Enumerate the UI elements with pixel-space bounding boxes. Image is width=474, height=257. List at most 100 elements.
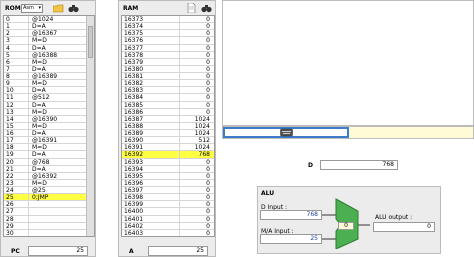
ram-row[interactable]: 16397 0 xyxy=(122,187,214,195)
rom-row[interactable]: 2 @16367 xyxy=(4,30,94,38)
ram-row-value[interactable]: 0 xyxy=(180,37,214,44)
ram-row-value[interactable]: 0 xyxy=(180,216,214,223)
rom-row[interactable]: 20 @768 xyxy=(4,158,94,166)
ram-row[interactable]: 16395 0 xyxy=(122,172,214,180)
ram-row[interactable]: 16394 0 xyxy=(122,165,214,173)
rom-row[interactable]: 17 @16391 xyxy=(4,137,94,145)
ram-row[interactable]: 16381 0 xyxy=(122,73,214,81)
ram-row[interactable]: 16383 0 xyxy=(122,87,214,95)
ram-row-value[interactable]: 0 xyxy=(180,94,214,101)
rom-row[interactable]: 7 D=A xyxy=(4,65,94,73)
ram-row-value[interactable]: 1024 xyxy=(180,116,214,123)
ram-row-value[interactable]: 1024 xyxy=(180,123,214,130)
ram-row[interactable]: 16379 0 xyxy=(122,58,214,66)
ram-row-value[interactable]: 0 xyxy=(180,87,214,94)
ram-row[interactable]: 16377 0 xyxy=(122,44,214,52)
a-field[interactable]: 25 xyxy=(148,246,208,256)
rom-row[interactable]: 15 M=D xyxy=(4,122,94,130)
ram-row-value[interactable]: 0 xyxy=(180,180,214,187)
rom-row[interactable]: 22 @16392 xyxy=(4,172,94,180)
ram-row-value[interactable]: 0 xyxy=(180,173,214,180)
rom-row[interactable]: 24 @25 xyxy=(4,187,94,195)
ram-row[interactable]: 16399 0 xyxy=(122,201,214,209)
ram-row[interactable]: 16401 0 xyxy=(122,215,214,223)
ram-row[interactable]: 16398 0 xyxy=(122,194,214,202)
ram-row[interactable]: 16391 1024 xyxy=(122,144,214,152)
ram-row-value[interactable]: 0 xyxy=(180,73,214,80)
rom-row[interactable]: 13 M=D xyxy=(4,108,94,116)
rom-row[interactable]: 10 D=A xyxy=(4,87,94,95)
ram-row-value[interactable]: 0 xyxy=(180,201,214,208)
rom-row[interactable]: 29 xyxy=(4,222,94,230)
ram-row[interactable]: 16387 1024 xyxy=(122,115,214,123)
rom-row[interactable]: 23 M=D xyxy=(4,179,94,187)
ram-row-value[interactable]: 512 xyxy=(180,137,214,144)
ram-row-value[interactable]: 0 xyxy=(180,52,214,59)
ram-row[interactable]: 16402 0 xyxy=(122,222,214,230)
rom-row[interactable]: 3 M=D xyxy=(4,37,94,45)
ram-row[interactable]: 16400 0 xyxy=(122,208,214,216)
rom-row[interactable]: 5 @16388 xyxy=(4,51,94,59)
d-field[interactable]: 768 xyxy=(320,160,398,170)
ram-row[interactable]: 16403 0 xyxy=(122,229,214,236)
ram-row[interactable]: 16384 0 xyxy=(122,94,214,102)
ram-row-value[interactable]: 1024 xyxy=(180,144,214,151)
pc-field[interactable]: 25 xyxy=(28,246,88,256)
ram-row-value[interactable]: 0 xyxy=(180,166,214,173)
ram-row-value[interactable]: 0 xyxy=(180,159,214,166)
ram-row[interactable]: 16388 1024 xyxy=(122,122,214,130)
ram-row-value[interactable]: 0 xyxy=(180,208,214,215)
rom-row[interactable]: 9 M=D xyxy=(4,80,94,88)
rom-row[interactable]: 14 @16390 xyxy=(4,115,94,123)
ram-row[interactable]: 16393 0 xyxy=(122,158,214,166)
ram-row-value[interactable]: 0 xyxy=(180,30,214,37)
rom-row[interactable]: 12 D=A xyxy=(4,101,94,109)
rom-row[interactable]: 6 M=D xyxy=(4,58,94,66)
ram-row-value[interactable]: 0 xyxy=(180,102,214,109)
rom-scroll-thumb[interactable] xyxy=(88,26,93,58)
ram-row-value[interactable]: 0 xyxy=(180,230,214,236)
ram-row[interactable]: 16389 1024 xyxy=(122,130,214,138)
rom-scrollbar[interactable] xyxy=(86,16,94,236)
ram-row[interactable]: 16378 0 xyxy=(122,51,214,59)
ram-row[interactable]: 16373 0 xyxy=(122,16,214,24)
rom-row[interactable]: 11 @512 xyxy=(4,94,94,102)
rom-row[interactable]: 27 xyxy=(4,208,94,216)
ram-row-value[interactable]: 0 xyxy=(180,109,214,116)
ram-row[interactable]: 16396 0 xyxy=(122,179,214,187)
ram-row[interactable]: 16375 0 xyxy=(122,30,214,38)
rom-row[interactable]: 19 D=A xyxy=(4,151,94,159)
ram-row-value[interactable]: 0 xyxy=(180,223,214,230)
ram-row[interactable]: 16376 0 xyxy=(122,37,214,45)
rom-row[interactable]: 0 @1024 xyxy=(4,16,94,24)
ram-row-value[interactable]: 0 xyxy=(180,16,214,23)
rom-row[interactable]: 16 D=A xyxy=(4,130,94,138)
rom-row[interactable]: 28 xyxy=(4,215,94,223)
rom-row[interactable]: 18 M=D xyxy=(4,144,94,152)
ram-row[interactable]: 16374 0 xyxy=(122,23,214,31)
ram-row-value[interactable]: 768 xyxy=(180,151,214,158)
ram-row[interactable]: 16382 0 xyxy=(122,80,214,88)
ram-row-value[interactable]: 0 xyxy=(180,80,214,87)
rom-row[interactable]: 30 xyxy=(4,229,94,236)
binoculars-icon[interactable] xyxy=(201,4,212,13)
ram-row-value[interactable]: 0 xyxy=(180,59,214,66)
ram-row[interactable]: 16390 512 xyxy=(122,137,214,145)
rom-row[interactable]: 8 @16389 xyxy=(4,73,94,81)
keyboard-icon[interactable] xyxy=(280,128,293,137)
ram-row[interactable]: 16386 0 xyxy=(122,108,214,116)
ram-row-value[interactable]: 0 xyxy=(180,194,214,201)
binoculars-icon[interactable] xyxy=(68,4,79,13)
ram-row-value[interactable]: 0 xyxy=(180,45,214,52)
ram-row-value[interactable]: 1024 xyxy=(180,130,214,137)
rom-row[interactable]: 1 D=A xyxy=(4,23,94,31)
rom-row[interactable]: 4 D=A xyxy=(4,44,94,52)
ram-row-value[interactable]: 0 xyxy=(180,23,214,30)
rom-format-select[interactable]: Asm ▾ xyxy=(21,4,43,13)
rom-row[interactable]: 21 D=A xyxy=(4,165,94,173)
document-icon[interactable] xyxy=(187,2,196,14)
ram-row[interactable]: 16385 0 xyxy=(122,101,214,109)
ram-row-value[interactable]: 0 xyxy=(180,66,214,73)
ram-row[interactable]: 16380 0 xyxy=(122,65,214,73)
folder-icon[interactable] xyxy=(52,4,64,13)
